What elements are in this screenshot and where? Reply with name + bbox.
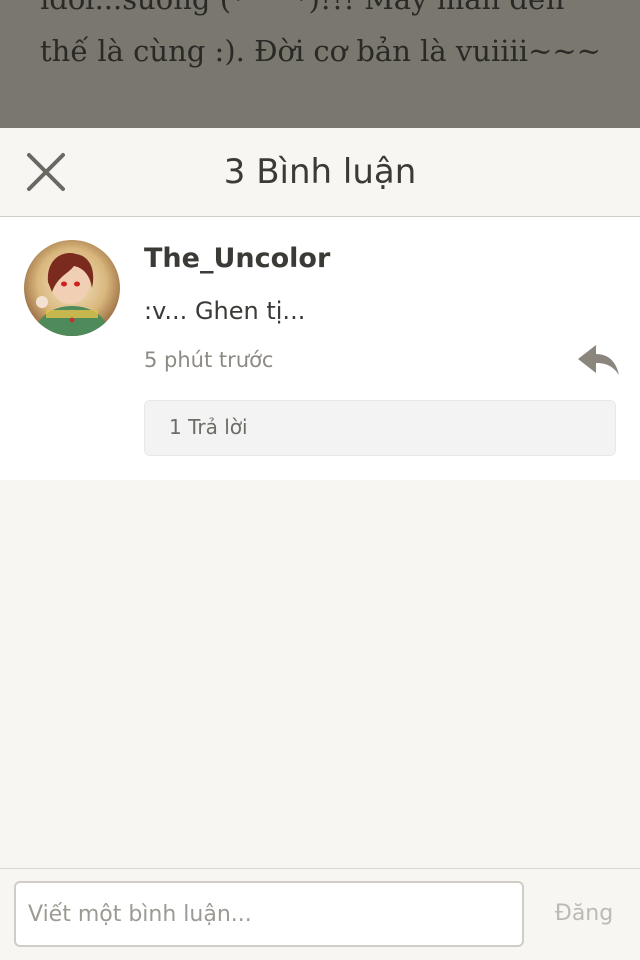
comment-item: The_Uncolor :v... Ghen tị... 5 phút trướ… [0, 217, 640, 480]
user-avatar[interactable] [24, 240, 120, 336]
replies-count-label: 1 Trả lời [169, 415, 248, 439]
compose-bar: Đăng [0, 868, 640, 960]
story-text-line: thế là cùng :). Đời cơ bản là vuiiii~~~ [40, 34, 601, 68]
comments-title: 3 Bình luận [223, 152, 417, 192]
dimmed-story-background[interactable]: idol...sướng (*^^*)!!! May mắn đến thế l… [0, 0, 640, 128]
post-button[interactable]: Đăng [538, 881, 630, 947]
story-text-line: idol...sướng (*^^*)!!! May mắn đến [40, 0, 564, 16]
avatar-image [24, 240, 120, 336]
comment-timestamp: 5 phút trước [144, 348, 274, 372]
reply-button[interactable] [574, 341, 622, 381]
reply-arrow-icon [578, 345, 619, 375]
comments-sheet: 3 Bình luận The_Uncolor:v... Ghen tị...… [0, 128, 640, 960]
comment-text: :v... Ghen tị... [144, 297, 306, 325]
comment-username[interactable]: The_Uncolor [144, 243, 330, 274]
comment-input[interactable] [14, 881, 524, 947]
comments-screen: idol...sướng (*^^*)!!! May mắn đến thế l… [0, 0, 640, 960]
view-replies-button[interactable]: 1 Trả lời [144, 400, 616, 456]
comments-header: 3 Bình luận [0, 128, 640, 217]
